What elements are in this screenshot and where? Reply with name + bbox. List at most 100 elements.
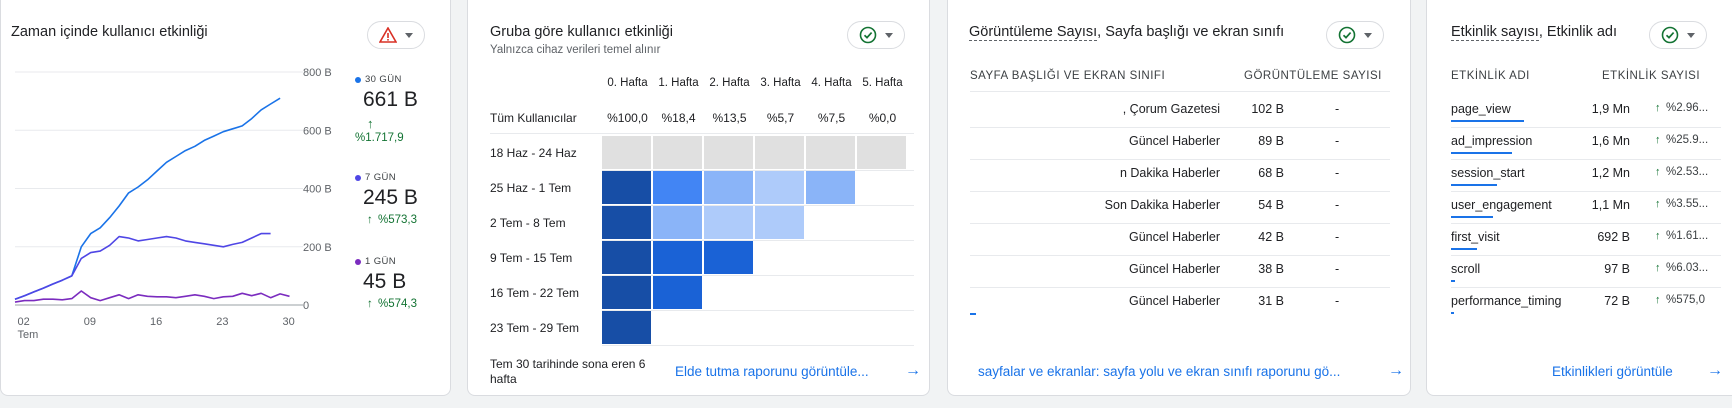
page-title-cell[interactable]: Güncel Haberler bbox=[1129, 294, 1220, 308]
divider bbox=[1451, 287, 1721, 288]
event-name-cell[interactable]: scroll bbox=[1451, 262, 1480, 276]
ok-status-button[interactable] bbox=[847, 21, 905, 49]
event-count-value: 97 B bbox=[1604, 262, 1630, 276]
x-tick-label: 30 bbox=[283, 316, 295, 328]
cohort-cell[interactable] bbox=[704, 136, 753, 169]
cohort-footer: Tem 30 tarihinde sona eren 6 hafta bbox=[490, 357, 646, 386]
chevron-down-icon bbox=[1687, 32, 1695, 38]
cohort-cell[interactable] bbox=[602, 276, 651, 309]
legend-value: 45 B bbox=[363, 270, 407, 293]
page-title-cell[interactable]: n Dakika Haberler bbox=[1120, 166, 1220, 180]
cohort-cell[interactable] bbox=[653, 241, 702, 274]
y-tick-label: 200 B bbox=[303, 242, 332, 254]
all-users-value: %100,0 bbox=[607, 111, 648, 125]
ok-status-button[interactable] bbox=[1649, 21, 1707, 49]
view-events-link[interactable]: Etkinlikleri görüntüle bbox=[1552, 364, 1673, 379]
arrow-up-icon: ↑ bbox=[1655, 102, 1661, 114]
event-count-value: 72 B bbox=[1604, 294, 1630, 308]
ok-status-button[interactable] bbox=[1326, 21, 1384, 49]
chevron-down-icon bbox=[405, 32, 413, 38]
event-count-value: 1,6 Mn bbox=[1591, 134, 1630, 148]
cohort-cell[interactable] bbox=[653, 136, 702, 169]
page-title-cell[interactable]: Son Dakika Haberler bbox=[1105, 198, 1220, 212]
all-users-value: %0,0 bbox=[868, 111, 897, 125]
check-circle-icon bbox=[1338, 26, 1356, 44]
event-name-cell[interactable]: performance_timing bbox=[1451, 294, 1561, 308]
cohort-cell[interactable] bbox=[602, 206, 651, 239]
cohort-cell[interactable] bbox=[653, 276, 702, 309]
cohort-cell[interactable] bbox=[704, 241, 753, 274]
all-users-value: %18,4 bbox=[661, 111, 696, 125]
views-change: - bbox=[1335, 134, 1340, 148]
event-count-change: %6.03... bbox=[1666, 262, 1709, 274]
cohort-cell[interactable] bbox=[755, 206, 804, 239]
event-value-bar bbox=[1451, 280, 1455, 282]
event-name-cell[interactable]: session_start bbox=[1451, 166, 1525, 180]
divider bbox=[970, 191, 1390, 192]
arrow-right-icon[interactable]: → bbox=[1707, 362, 1723, 380]
divider bbox=[490, 133, 914, 134]
cohort-cell[interactable] bbox=[704, 206, 753, 239]
legend-value: 245 B bbox=[363, 186, 418, 209]
view-pages-screens-report-link[interactable]: sayfalar ve ekranlar: sayfa yolu ve ekra… bbox=[978, 364, 1340, 379]
x-tick-label: 23 bbox=[216, 316, 228, 328]
series-line-0[interactable] bbox=[14, 97, 281, 300]
dimension-name: , Etkinlik adı bbox=[1538, 24, 1618, 40]
cohort-cell[interactable] bbox=[602, 241, 651, 274]
cohort-column-header: 4. Hafta bbox=[811, 77, 852, 89]
event-name-cell[interactable]: first_visit bbox=[1451, 230, 1500, 244]
event-value-bar bbox=[1451, 312, 1454, 314]
views-value: 68 B bbox=[1258, 166, 1284, 180]
page-title-cell[interactable]: Güncel Haberler bbox=[1129, 262, 1220, 276]
warning-status-button[interactable] bbox=[367, 21, 425, 49]
event-name-cell[interactable]: ad_impression bbox=[1451, 134, 1532, 148]
views-change: - bbox=[1335, 294, 1340, 308]
arrow-right-icon[interactable]: → bbox=[905, 362, 921, 380]
value-bar bbox=[970, 313, 976, 315]
all-users-value: %7,5 bbox=[817, 111, 846, 125]
view-retention-report-link[interactable]: Elde tutma raporunu görüntüle... bbox=[675, 364, 869, 379]
page-title-cell[interactable]: , Çorum Gazetesi bbox=[1123, 102, 1220, 116]
cohort-cell[interactable] bbox=[602, 136, 651, 169]
event-count-change: %1.61... bbox=[1666, 230, 1709, 242]
views-value: 42 B bbox=[1258, 230, 1284, 244]
check-circle-icon bbox=[1661, 26, 1679, 44]
cohort-cell[interactable] bbox=[755, 136, 804, 169]
cohort-cell[interactable] bbox=[806, 171, 855, 204]
cohort-cell[interactable] bbox=[602, 311, 651, 344]
event-count-card: Etkinlik sayısı, Etkinlik adı ETKİNLİK A… bbox=[1426, 0, 1732, 396]
card-title: Zaman içinde kullanıcı etkinliği bbox=[11, 24, 208, 40]
y-tick-label: 800 B bbox=[303, 67, 332, 79]
cohort-cell[interactable] bbox=[857, 136, 906, 169]
event-value-bar bbox=[1451, 216, 1494, 218]
cohort-cell[interactable] bbox=[602, 171, 651, 204]
series-line-1[interactable] bbox=[14, 232, 271, 300]
cohort-cell[interactable] bbox=[704, 171, 753, 204]
event-count-value: 1,1 Mn bbox=[1591, 198, 1630, 212]
cohort-cell[interactable] bbox=[653, 171, 702, 204]
divider bbox=[970, 159, 1390, 160]
event-name-cell[interactable]: user_engagement bbox=[1451, 198, 1552, 212]
cohort-row-label: 25 Haz - 1 Tem bbox=[490, 181, 572, 195]
page-title-cell[interactable]: Güncel Haberler bbox=[1129, 134, 1220, 148]
divider bbox=[1451, 191, 1721, 192]
card-subtitle: Yalnızca cihaz verileri temel alınır bbox=[490, 44, 661, 56]
cohort-cell[interactable] bbox=[653, 206, 702, 239]
arrow-right-icon[interactable]: → bbox=[1388, 362, 1404, 380]
column-header-event-count: ETKİNLİK SAYISI bbox=[1602, 70, 1701, 82]
dimension-name: , Sayfa başlığı ve ekran sınıfı bbox=[1097, 24, 1285, 40]
cohort-cell[interactable] bbox=[806, 136, 855, 169]
cohort-row-label: 23 Tem - 29 Tem bbox=[490, 321, 579, 335]
legend-dot bbox=[355, 175, 361, 181]
event-count-change: %575,0 bbox=[1666, 294, 1706, 306]
divider bbox=[970, 287, 1390, 288]
event-count-value: 1,9 Mn bbox=[1591, 102, 1630, 116]
event-count-change: %25.9... bbox=[1666, 134, 1709, 146]
arrow-up-icon: ↑ bbox=[1655, 262, 1661, 274]
page-title-cell[interactable]: Güncel Haberler bbox=[1129, 230, 1220, 244]
cohort-cell[interactable] bbox=[755, 171, 804, 204]
series-line-2[interactable] bbox=[14, 290, 290, 303]
views-change: - bbox=[1335, 102, 1340, 116]
cohort-column-header: 3. Hafta bbox=[760, 77, 801, 89]
event-name-cell[interactable]: page_view bbox=[1451, 102, 1511, 116]
